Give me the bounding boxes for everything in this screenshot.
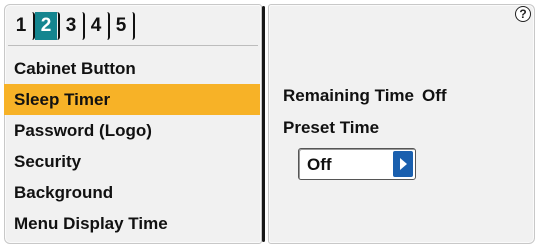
menu-item-background[interactable]: Background <box>4 177 260 208</box>
tab-2[interactable]: 2 <box>35 12 60 40</box>
arrow-right-icon[interactable] <box>393 151 413 177</box>
menu-item-sleep-timer[interactable]: Sleep Timer <box>4 84 260 115</box>
preset-time-label: Preset Time <box>283 118 380 137</box>
panel-divider <box>262 6 265 242</box>
tab-3[interactable]: 3 <box>60 12 85 40</box>
tabs-underline <box>8 45 258 46</box>
settings-menu: Cabinet Button Sleep Timer Password (Log… <box>4 53 260 239</box>
remaining-time-label: Remaining Time <box>283 86 414 105</box>
preset-time-value: Off <box>307 155 332 174</box>
page-tabs: 1 2 3 4 5 <box>10 12 135 44</box>
remaining-time-value: Off <box>422 86 447 105</box>
menu-item-security[interactable]: Security <box>4 146 260 177</box>
tab-4[interactable]: 4 <box>85 12 110 40</box>
menu-item-menu-display-time[interactable]: Menu Display Time <box>4 208 260 239</box>
tab-5[interactable]: 5 <box>110 12 135 40</box>
tab-1[interactable]: 1 <box>10 12 35 40</box>
preset-time-selector[interactable]: Off <box>298 148 416 180</box>
help-icon[interactable]: ? <box>515 6 531 22</box>
remaining-time-row: Remaining Time Off <box>283 86 447 106</box>
menu-item-cabinet-button[interactable]: Cabinet Button <box>4 53 260 84</box>
menu-item-password-logo[interactable]: Password (Logo) <box>4 115 260 146</box>
